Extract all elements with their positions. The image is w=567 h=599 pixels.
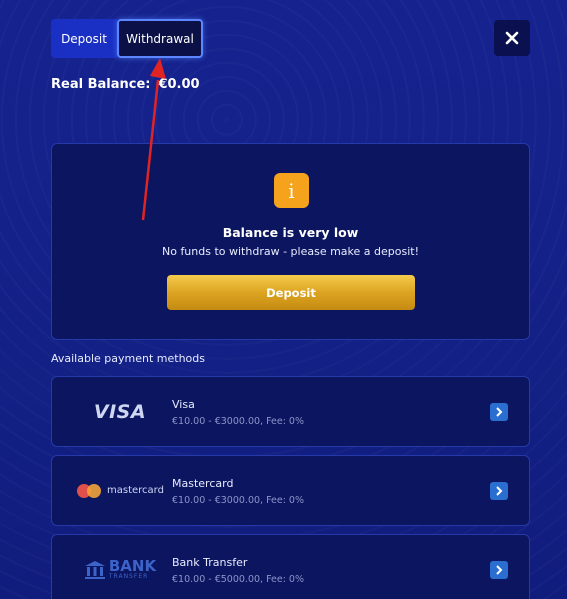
method-name: Bank Transfer [172,556,248,569]
balance-amount: €0.00 [158,77,200,92]
chevron-right-icon[interactable] [490,482,508,500]
mastercard-logo: mastercard [64,456,176,525]
visa-logo-text: VISA [93,400,147,423]
bank-transfer-logo: BANK TRANSFER [64,535,176,599]
payment-method-mastercard[interactable]: mastercard Mastercard €10.00 - €3000.00,… [51,455,530,526]
bank-icon [84,560,105,579]
tab-bar: Deposit Withdrawal [51,19,203,58]
payment-method-visa[interactable]: VISA Visa €10.00 - €3000.00, Fee: 0% [51,376,530,447]
low-balance-notice: i Balance is very low No funds to withdr… [51,143,530,340]
tab-withdrawal[interactable]: Withdrawal [117,19,203,58]
method-name: Mastercard [172,477,234,490]
chevron-right-icon[interactable] [490,403,508,421]
payment-method-bank-transfer[interactable]: BANK TRANSFER Bank Transfer €10.00 - €50… [51,534,530,599]
bank-logo-subtext: TRANSFER [108,573,149,580]
mastercard-circles-icon [77,483,102,498]
payment-methods-heading: Available payment methods [51,352,205,365]
info-icon: i [274,173,309,208]
chevron-right-icon[interactable] [490,561,508,579]
tab-deposit[interactable]: Deposit [51,19,117,58]
close-icon [505,31,519,45]
method-name: Visa [172,398,195,411]
visa-logo: VISA [64,377,176,446]
notice-message: No funds to withdraw - please make a dep… [161,245,419,258]
real-balance: Real Balance: €0.00 [51,77,200,92]
close-button[interactable] [494,20,530,56]
method-range: €10.00 - €3000.00, Fee: 0% [172,416,305,427]
method-range: €10.00 - €5000.00, Fee: 0% [172,574,305,585]
balance-label: Real Balance: [51,77,151,92]
mastercard-logo-text: mastercard [107,485,164,496]
method-range: €10.00 - €3000.00, Fee: 0% [172,495,305,506]
bank-logo-text: BANK [108,557,157,575]
deposit-button[interactable]: Deposit [167,275,415,310]
notice-title: Balance is very low [222,225,359,240]
